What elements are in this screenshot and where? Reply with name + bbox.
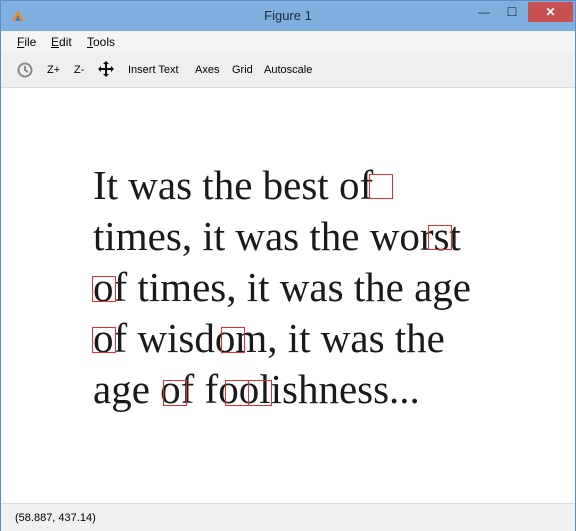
menu-tools[interactable]: Tools (87, 35, 115, 49)
highlight-box (225, 380, 249, 406)
close-icon: ✕ (545, 5, 556, 19)
grid-button[interactable]: Grid (232, 64, 253, 76)
highlight-box (163, 380, 187, 406)
menu-bar: File Edit Tools (1, 31, 575, 53)
figure-canvas[interactable]: It was the best of times, it was the wor… (1, 88, 575, 503)
zoom-in-button[interactable]: Z+ (47, 64, 60, 76)
figure-toolbar: Z+ Z- Insert Text Axes Grid Autoscale (1, 53, 575, 88)
highlight-box (92, 276, 116, 302)
menu-edit[interactable]: Edit (51, 35, 72, 49)
text-line-1: It was the best of (93, 162, 374, 208)
highlight-box (428, 225, 452, 250)
axes-button[interactable]: Axes (195, 64, 219, 76)
maximize-icon: ☐ (506, 5, 518, 19)
status-bar: (58.887, 437.14) (1, 503, 575, 531)
zoom-out-button[interactable]: Z- (74, 64, 84, 76)
pan-move-icon[interactable] (97, 60, 115, 81)
menu-file[interactable]: File (17, 35, 36, 49)
highlight-box (248, 380, 272, 406)
highlight-box (369, 174, 393, 199)
highlight-box (92, 327, 116, 353)
minimize-button[interactable]: — (471, 2, 497, 22)
text-line-3: of times, it was the age (93, 264, 472, 310)
maximize-button[interactable]: ☐ (499, 2, 525, 22)
minimize-icon: — (478, 5, 490, 19)
close-button[interactable]: ✕ (528, 2, 573, 22)
text-line-4: of wisdom, it was the (93, 315, 445, 361)
text-line-2: times, it was the worst (93, 213, 461, 259)
cursor-coordinates: (58.887, 437.14) (15, 512, 96, 524)
insert-text-button[interactable]: Insert Text (128, 64, 179, 76)
figure-window: Figure 1 — ☐ ✕ File Edit Tools Z+ Z- Ins… (0, 0, 576, 531)
highlight-box (221, 327, 245, 353)
title-bar[interactable]: Figure 1 — ☐ ✕ (1, 1, 575, 31)
reset-view-icon[interactable] (16, 61, 34, 82)
autoscale-button[interactable]: Autoscale (264, 64, 312, 76)
